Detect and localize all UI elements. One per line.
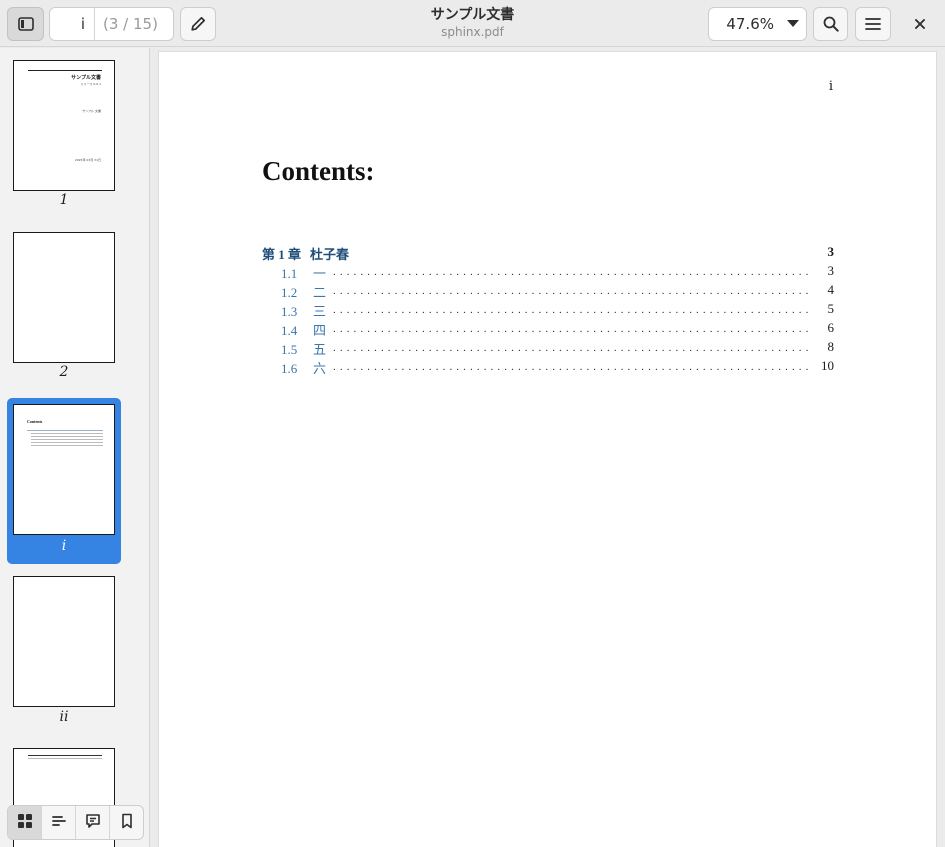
tab-annotations[interactable] (76, 806, 110, 839)
toc-leader-dots: ........................................… (333, 285, 808, 297)
zoom-value: 47.6% (726, 15, 774, 33)
document-title: サンプル文書 (430, 7, 515, 23)
bookmark-icon (119, 813, 135, 833)
toc-section-title: 四 (313, 323, 327, 338)
toc-section-number: 1.2 (281, 285, 298, 300)
sidebar-view-switcher (7, 805, 144, 840)
toc-section-title: 六 (313, 361, 327, 376)
thumb-text: リリース 0.0.1 (80, 82, 101, 86)
toc-leader-dots: ........................................… (333, 323, 808, 335)
toc-leader-dots: ........................................… (333, 266, 808, 278)
page-heading: Contents: (262, 156, 375, 186)
toc-leader-dots: ........................................… (333, 304, 808, 316)
tab-thumbnails[interactable] (8, 806, 42, 839)
toc-leader-dots: ........................................… (333, 361, 808, 373)
toc-leader-dots: ........................................… (333, 342, 808, 354)
thumbnail-page-next[interactable] (7, 742, 121, 847)
search-icon (823, 16, 839, 32)
toc-section-number: 1.5 (281, 342, 298, 357)
annotate-button[interactable] (180, 7, 216, 41)
toc-section-title: 三 (313, 304, 327, 319)
toc-section-entry[interactable]: 1.5 五 ..................................… (262, 339, 834, 358)
hamburger-menu-icon (865, 17, 881, 31)
page-number: i (828, 79, 833, 94)
thumb-text: Contents (27, 419, 43, 424)
document-view[interactable]: i Contents: 第 1 章 杜子春 3 1.1 一 ..........… (151, 48, 945, 847)
thumbnail-label: 2 (59, 364, 69, 380)
toc-chapter-title: 杜子春 (310, 247, 350, 262)
toc-chapter-number: 第 1 章 (262, 247, 302, 262)
thumbnail-page-1[interactable]: サンプル文書 リリース 0.0.1 サンプル 文書 2025年 03月 31日 … (7, 54, 121, 214)
toc-section-number: 1.1 (281, 266, 298, 281)
thumbnail-sidebar: サンプル文書 リリース 0.0.1 サンプル 文書 2025年 03月 31日 … (0, 48, 150, 847)
document-filename: sphinx.pdf (441, 25, 504, 39)
thumbnail-page-ii[interactable]: ii (7, 570, 121, 730)
zoom-selector[interactable]: 47.6% (708, 7, 807, 41)
toc-section-entry[interactable]: 1.1 一 ..................................… (262, 263, 834, 282)
main-menu-button[interactable] (855, 7, 891, 41)
toc-section-title: 一 (313, 266, 327, 281)
toc-section-entry[interactable]: 1.2 二 ..................................… (262, 282, 834, 301)
toc-page-number: 6 (827, 320, 835, 335)
thumb-text: 2025年 03月 31日 (74, 158, 101, 162)
close-button[interactable] (903, 7, 937, 41)
thumbnail-label: i (61, 538, 67, 554)
outline-icon (51, 813, 67, 833)
header-bar: i (3 / 15) サンプル文書 sphinx.pdf 47.6% (0, 0, 945, 47)
page-thumbnail: Contents (13, 404, 115, 535)
toc-section-entry[interactable]: 1.4 四 ..................................… (262, 320, 834, 339)
toc-section-number: 1.3 (281, 304, 298, 319)
sidebar-toggle-button[interactable] (7, 7, 44, 41)
page-thumbnail (13, 576, 115, 707)
table-of-contents: 第 1 章 杜子春 3 1.1 一 ......................… (262, 244, 834, 377)
toc-section-title: 二 (313, 285, 327, 300)
toc-page-number: 10 (821, 358, 834, 373)
page-number-entry[interactable]: i (3 / 15) (49, 7, 174, 41)
pencil-icon (190, 16, 206, 32)
thumbnail-label: ii (59, 709, 69, 725)
thumb-text: サンプル文書 (71, 75, 101, 81)
toc-page-number: 3 (827, 263, 835, 278)
toc-page-number: 3 (827, 244, 835, 259)
chevron-down-icon (780, 20, 806, 28)
search-button[interactable] (813, 7, 848, 41)
toc-section-entry[interactable]: 1.6 六 ..................................… (262, 358, 834, 377)
toc-section-title: 五 (313, 342, 327, 357)
tab-outline[interactable] (42, 806, 76, 839)
page-thumbnail: サンプル文書 リリース 0.0.1 サンプル 文書 2025年 03月 31日 (13, 60, 115, 191)
tab-bookmarks[interactable] (110, 806, 143, 839)
close-icon (915, 19, 925, 29)
toc-chapter-entry[interactable]: 第 1 章 杜子春 3 (262, 244, 834, 263)
page-count-label: (3 / 15) (103, 15, 158, 33)
thumbnail-label: 1 (59, 192, 69, 208)
toc-section-number: 1.4 (281, 323, 298, 338)
window-title: サンプル文書 sphinx.pdf (320, 6, 625, 40)
toc-section-number: 1.6 (281, 361, 298, 376)
page-thumbnail (13, 232, 115, 363)
thumb-text: サンプル 文書 (82, 109, 101, 113)
comment-icon (85, 813, 101, 833)
toc-page-number: 4 (827, 282, 835, 297)
thumbnail-page-2[interactable]: 2 (7, 226, 121, 386)
grid-icon (17, 813, 33, 833)
document-page: i Contents: 第 1 章 杜子春 3 1.1 一 ..........… (159, 52, 936, 847)
toc-section-entry[interactable]: 1.3 三 ..................................… (262, 301, 834, 320)
toc-page-number: 5 (827, 301, 835, 316)
toc-page-number: 8 (827, 339, 835, 354)
current-page-field[interactable]: i (50, 8, 95, 40)
sidebar-icon (17, 17, 34, 31)
thumbnail-page-i[interactable]: Contents i (7, 398, 121, 564)
